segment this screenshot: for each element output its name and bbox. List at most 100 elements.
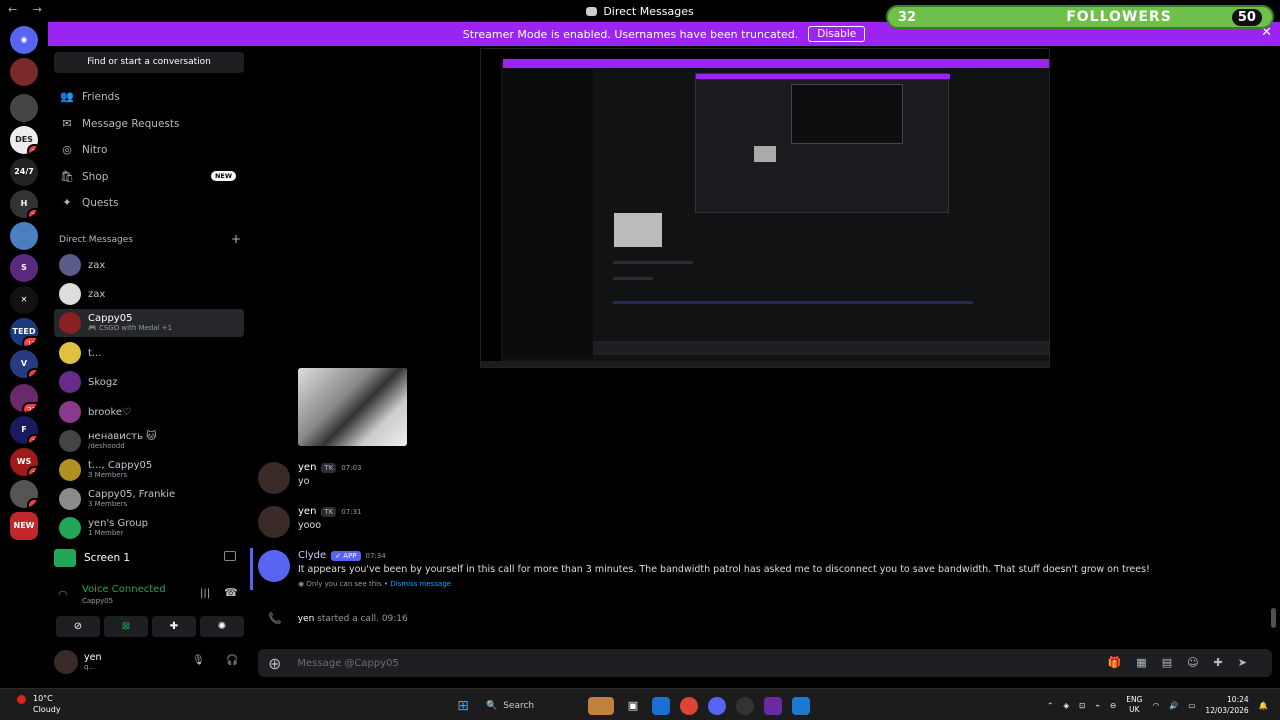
server-icon[interactable]: ✕ <box>10 286 38 314</box>
composer-tools[interactable]: 🎁▦▤☺✚➤ <box>1108 656 1262 669</box>
tray-app-icon[interactable]: ⌁ <box>1095 701 1100 710</box>
find-conversation-button[interactable]: Find or start a conversation <box>54 52 244 73</box>
server-icon[interactable]: F1 <box>10 416 38 444</box>
tray-app-icon[interactable]: ⊡ <box>1079 701 1085 710</box>
dm-name: Cappy05, Frankie <box>88 489 176 500</box>
weather-icon <box>17 695 26 704</box>
screen-share-stream[interactable] <box>480 48 1050 368</box>
notepad-icon[interactable] <box>792 697 810 715</box>
server-initials: ◉ <box>20 35 28 44</box>
voice-connected-label[interactable]: Voice Connected <box>82 584 166 595</box>
nav-message-requests[interactable]: ✉ Message Requests <box>56 111 244 137</box>
microphone-icon[interactable]: 🎙 <box>192 655 205 666</box>
banner-text: Streamer Mode is enabled. Usernames have… <box>462 27 799 41</box>
dm-item[interactable]: Cappy05, Frankie 3 Members <box>54 485 244 513</box>
add-attachment-icon[interactable]: ⊕ <box>268 654 281 673</box>
image-attachment[interactable] <box>298 368 407 446</box>
dm-name: ненависть 🐱 <box>88 431 157 442</box>
mention-badge: 4 <box>26 368 38 378</box>
message-author[interactable]: yen <box>298 506 316 517</box>
chrome-icon[interactable] <box>680 697 698 715</box>
popout-icon[interactable] <box>224 551 236 561</box>
server-icon[interactable]: V4 <box>10 350 38 378</box>
user-panel: yen q... 🎙 🎧 ⚙ <box>54 648 277 676</box>
noise-suppression-icon[interactable]: ||| <box>200 588 210 599</box>
notification-icon[interactable]: 🔔 <box>1259 701 1268 710</box>
activities-button[interactable]: ✚ <box>152 616 196 637</box>
message-author[interactable]: yen <box>298 462 316 473</box>
widget-icon[interactable] <box>588 697 614 715</box>
volume-icon[interactable]: 🔊 <box>1169 701 1178 710</box>
server-icon[interactable]: WS 1 <box>10 448 38 476</box>
dm-item[interactable]: yen's Group 1 Member <box>54 514 244 542</box>
nav-arrows[interactable]: ← → <box>8 3 48 16</box>
discord-icon[interactable] <box>708 697 726 715</box>
disconnect-icon[interactable]: ☎ <box>224 586 238 599</box>
dm-subtitle: /deshoodd <box>88 442 125 450</box>
message-input[interactable]: Message @Cappy05 <box>297 658 398 669</box>
battery-icon[interactable]: ▭ <box>1188 701 1195 710</box>
server-icon[interactable] <box>10 94 38 122</box>
dm-item[interactable]: t... <box>54 339 244 367</box>
server-icon[interactable]: H1 <box>10 190 38 218</box>
server-icon[interactable]: TEED 12 <box>10 318 38 346</box>
server-icon[interactable]: 23 <box>10 384 38 412</box>
server-icon[interactable]: 24/7 <box>10 158 38 186</box>
avatar[interactable] <box>54 650 78 674</box>
call-author[interactable]: yen <box>298 614 315 624</box>
tray-overflow-icon[interactable]: ⌃ <box>1047 701 1053 710</box>
dm-item[interactable]: Cappy05 🎮 CSGO with Medal +1 <box>54 309 244 337</box>
headphones-icon[interactable]: 🎧 <box>226 655 238 666</box>
camera-off-button[interactable]: ⊘ <box>56 616 100 637</box>
nav-friends[interactable]: 👥 Friends <box>56 84 244 110</box>
nav-quests[interactable]: ✦ Quests <box>56 190 244 216</box>
dm-section-header: Direct Messages + <box>59 233 241 245</box>
avatar[interactable] <box>258 506 290 538</box>
server-icon[interactable] <box>10 58 38 86</box>
screen-share-label: Screen 1 <box>84 552 131 564</box>
server-icon[interactable]: NEW <box>10 512 38 540</box>
message-author[interactable]: Clyde <box>298 550 326 561</box>
obs-icon[interactable] <box>736 697 754 715</box>
dm-item[interactable]: ненависть 🐱/deshoodd <box>54 427 244 455</box>
language-indicator[interactable]: ENG UK <box>1126 695 1142 715</box>
clyde-avatar[interactable] <box>258 550 290 582</box>
dm-item[interactable]: zax <box>54 280 244 308</box>
disable-streamer-mode-button[interactable]: Disable <box>808 26 866 42</box>
server-icon[interactable] <box>10 222 38 250</box>
message-composer[interactable]: ⊕ Message @Cappy05 🎁▦▤☺✚➤ <box>258 649 1272 677</box>
voice-channel-label[interactable]: Cappy05 <box>82 597 113 605</box>
wifi-icon[interactable]: ◠ <box>1152 701 1159 710</box>
taskbar-search[interactable]: 🔍 Search <box>482 696 578 716</box>
app-icon[interactable] <box>764 697 782 715</box>
clock-time: 10:24 <box>1227 695 1249 704</box>
nav-nitro[interactable]: ◎ Nitro <box>56 137 244 163</box>
chat-scrollbar[interactable] <box>1271 608 1276 628</box>
stream-taskbar <box>481 361 1049 367</box>
avatar[interactable] <box>258 462 290 494</box>
server-icon[interactable]: 4 <box>10 480 38 508</box>
nav-label: Shop <box>82 171 109 183</box>
nav-shop[interactable]: 🛍 Shop NEW <box>56 164 244 190</box>
dm-item[interactable]: zax <box>54 251 244 279</box>
task-view-icon[interactable]: ▣ <box>624 697 642 715</box>
create-dm-icon[interactable]: + <box>231 233 241 245</box>
screen-share-preview[interactable]: Screen 1 <box>54 546 244 570</box>
dismiss-message-link[interactable]: Dismiss message <box>390 580 451 588</box>
screen-share-button[interactable]: ⊠ <box>104 616 148 637</box>
dm-item[interactable]: t..., Cappy05 3 Members <box>54 456 244 484</box>
dm-item[interactable]: Skogz <box>54 368 244 396</box>
dm-item[interactable]: brooke♡ <box>54 398 244 426</box>
windows-start-icon[interactable]: ⊞ <box>454 697 472 715</box>
tray-app-icon[interactable]: ◈ <box>1063 701 1069 710</box>
soundboard-button[interactable]: ✺ <box>200 616 244 637</box>
tray-app-icon[interactable]: ⊖ <box>1110 701 1116 710</box>
mention-badge: 23 <box>21 402 38 412</box>
clock[interactable]: 10:24 12/03/2026 <box>1205 694 1248 716</box>
store-icon[interactable] <box>652 697 670 715</box>
server-icon[interactable]: DES 1 <box>10 126 38 154</box>
message-timestamp: 07:34 <box>365 551 386 560</box>
server-icon[interactable]: S <box>10 254 38 282</box>
weather-widget[interactable]: 10°C Cloudy <box>17 693 61 715</box>
discord-home-icon[interactable]: ◉ <box>10 26 38 54</box>
